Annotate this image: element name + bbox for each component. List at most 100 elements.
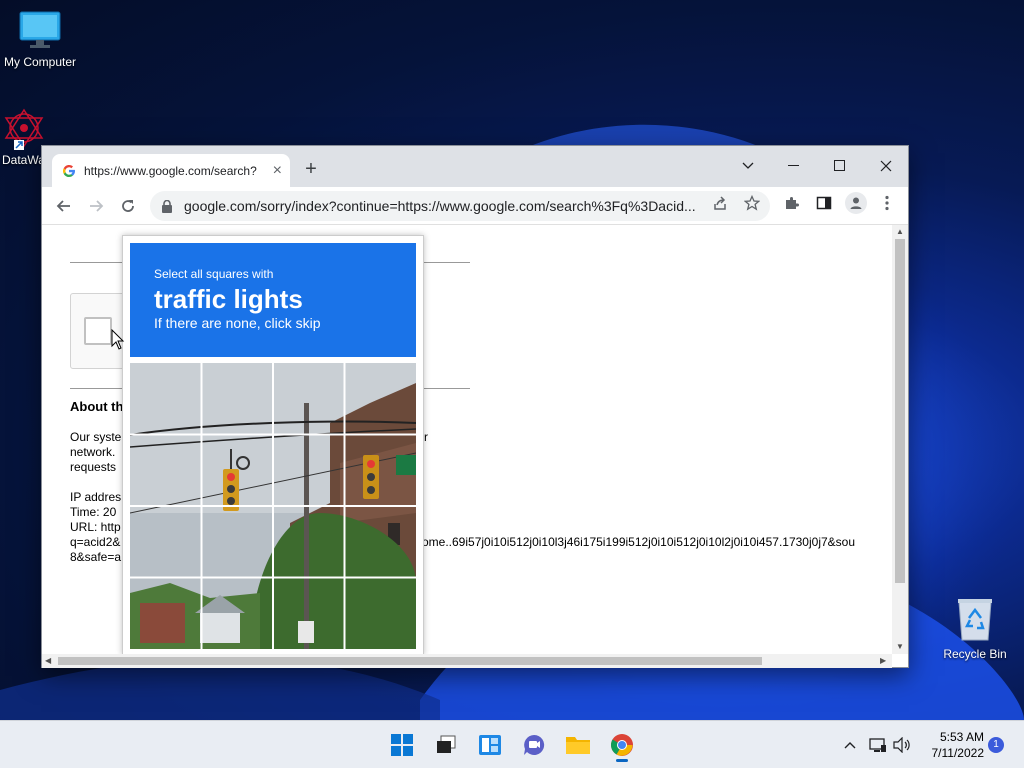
puzzle-icon xyxy=(786,197,799,209)
task-view-icon xyxy=(437,735,456,753)
sorry-page-text: About th xyxy=(70,399,123,414)
captcha-instructions: Select all squares with traffic lights I… xyxy=(130,243,416,357)
forward-button[interactable] xyxy=(84,194,108,218)
maximize-button[interactable] xyxy=(817,152,863,180)
share-button[interactable] xyxy=(711,194,729,212)
explanation-text: Our syste network. requests xyxy=(70,430,121,475)
tab-search-button[interactable] xyxy=(725,152,771,180)
scrollbar-thumb[interactable] xyxy=(895,239,905,583)
captcha-tile[interactable] xyxy=(346,579,416,649)
close-icon xyxy=(880,160,892,172)
ip-address-label: IP addres xyxy=(70,490,122,504)
extensions-button[interactable] xyxy=(783,194,801,212)
desktop-icon-label: Recycle Bin xyxy=(943,647,1007,661)
vertical-scrollbar[interactable]: ▲ ▼ xyxy=(892,225,908,654)
url-line: q=acid2& xyxy=(70,535,121,549)
back-arrow-icon xyxy=(56,200,70,212)
captcha-tile[interactable] xyxy=(202,579,272,649)
captcha-tile[interactable] xyxy=(130,579,200,649)
maximize-icon xyxy=(834,160,845,171)
start-button[interactable] xyxy=(386,729,418,761)
para-line-suffix: r xyxy=(424,430,428,444)
captcha-tile[interactable] xyxy=(130,507,200,577)
speaker-icon xyxy=(893,737,910,753)
reload-button[interactable] xyxy=(116,194,140,218)
side-panel-icon xyxy=(816,196,832,210)
captcha-tile[interactable] xyxy=(202,363,272,433)
volume-button[interactable] xyxy=(886,729,918,761)
captcha-tile[interactable] xyxy=(274,435,344,505)
scroll-right-icon[interactable]: ▶ xyxy=(880,656,886,665)
profile-avatar-icon xyxy=(850,197,862,209)
tab-google-search[interactable]: https://www.google.com/search? × xyxy=(52,154,290,187)
bookmark-button[interactable] xyxy=(743,194,761,212)
captcha-tile[interactable] xyxy=(346,435,416,505)
scroll-down-icon[interactable]: ▼ xyxy=(896,642,904,651)
system-clock[interactable]: 5:53 AM 7/11/2022 xyxy=(918,729,985,761)
clock-date: 7/11/2022 xyxy=(931,746,985,760)
close-button[interactable] xyxy=(863,152,909,180)
chat-button[interactable] xyxy=(518,729,550,761)
datawa-logo-icon xyxy=(4,108,44,150)
captcha-tile[interactable] xyxy=(130,363,200,433)
horizontal-scrollbar[interactable]: ◀ ▶ xyxy=(42,654,892,668)
address-bar[interactable]: google.com/sorry/index?continue=https://… xyxy=(150,191,770,221)
captcha-target: traffic lights xyxy=(154,284,303,314)
scroll-left-icon[interactable]: ◀ xyxy=(45,656,51,665)
profile-button[interactable] xyxy=(845,192,867,214)
captcha-tile[interactable] xyxy=(274,579,344,649)
chevron-down-icon xyxy=(742,162,754,169)
lock-icon xyxy=(162,199,172,213)
captcha-tile[interactable] xyxy=(346,507,416,577)
para-line: network. xyxy=(70,445,116,459)
desktop-icon-recycle-bin[interactable]: Recycle Bin xyxy=(935,596,1015,661)
chat-icon xyxy=(524,734,545,755)
scroll-up-icon[interactable]: ▲ xyxy=(896,227,904,236)
widgets-button[interactable] xyxy=(474,729,506,761)
url-line: 8&safe=a xyxy=(70,550,122,564)
captcha-image-grid xyxy=(130,363,416,649)
tab-close-icon[interactable]: × xyxy=(273,162,282,180)
minimize-icon xyxy=(788,165,799,166)
desktop-icon-my-computer[interactable]: My Computer xyxy=(0,10,80,69)
active-app-indicator xyxy=(616,759,628,762)
captcha-tile[interactable] xyxy=(202,507,272,577)
share-icon xyxy=(714,196,726,210)
notification-badge[interactable]: 1 xyxy=(988,737,1004,753)
google-favicon-icon xyxy=(63,164,75,177)
tab-title: https://www.google.com/search? xyxy=(84,163,257,178)
file-explorer-button[interactable] xyxy=(562,729,594,761)
desktop-icon-label: DataWa xyxy=(2,153,45,167)
recycle-bin-icon xyxy=(958,599,992,641)
captcha-tile[interactable] xyxy=(130,435,200,505)
captcha-tile[interactable] xyxy=(274,363,344,433)
taskbar: 5:53 AM 7/11/2022 1 xyxy=(0,720,1024,768)
side-panel-button[interactable] xyxy=(815,194,833,212)
desktop-icon-datawa[interactable]: DataWa xyxy=(0,106,45,167)
url-label: URL: http xyxy=(70,520,121,534)
desktop-icon-label: My Computer xyxy=(3,55,77,69)
windows-start-icon xyxy=(391,734,413,756)
task-view-button[interactable] xyxy=(430,729,462,761)
menu-button[interactable] xyxy=(878,194,896,212)
para-line: requests xyxy=(70,460,117,474)
widgets-icon xyxy=(479,735,501,755)
scrollbar-thumb[interactable] xyxy=(58,657,762,665)
captcha-challenge: Select all squares with traffic lights I… xyxy=(122,235,424,654)
para-line: Our syste xyxy=(70,430,122,444)
minimize-button[interactable] xyxy=(771,152,817,180)
browser-toolbar: google.com/sorry/index?continue=https://… xyxy=(42,187,908,225)
captcha-tile[interactable] xyxy=(274,507,344,577)
chrome-taskbar-button[interactable] xyxy=(606,729,638,762)
address-url: google.com/sorry/index?continue=https://… xyxy=(184,198,696,214)
captcha-tile[interactable] xyxy=(346,363,416,433)
star-icon xyxy=(744,195,760,211)
new-tab-button[interactable]: + xyxy=(300,158,322,180)
recaptcha-checkbox[interactable] xyxy=(84,317,112,345)
captcha-tile[interactable] xyxy=(202,435,272,505)
back-button[interactable] xyxy=(52,194,76,218)
captcha-line1: Select all squares with xyxy=(154,267,274,281)
request-details: IP addres Time: 20 URL: http q=acid2& 8&… xyxy=(70,490,121,565)
title-bar: https://www.google.com/search? × + xyxy=(42,146,908,187)
chrome-icon xyxy=(611,734,633,756)
